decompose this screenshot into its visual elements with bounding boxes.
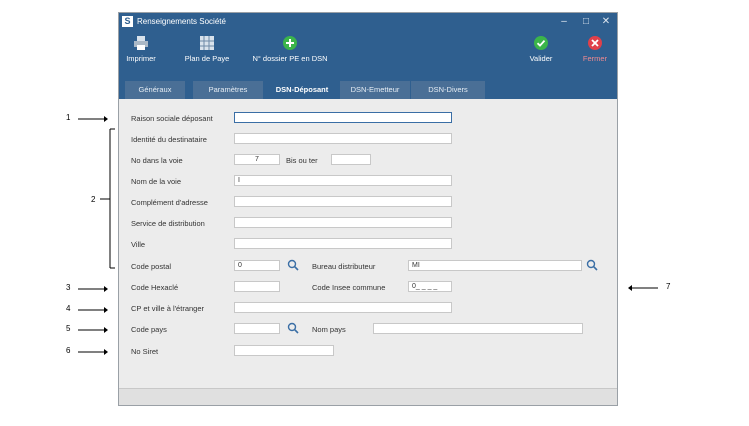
plan-label: Plan de Paye <box>184 54 230 63</box>
identite-input[interactable] <box>234 133 452 144</box>
callout-1: 1 <box>66 113 71 122</box>
arrow-icon <box>78 327 108 333</box>
title-bar: S Renseignements Société – □ ✕ <box>119 13 617 31</box>
validate-button[interactable]: Valider <box>523 35 559 63</box>
maximize-button[interactable]: □ <box>575 13 597 31</box>
arrow-icon <box>78 349 108 355</box>
tab-generaux[interactable]: Généraux <box>125 81 186 99</box>
callout-7: 7 <box>666 282 671 291</box>
bis-ter-label: Bis ou ter <box>286 156 318 165</box>
close-label: Fermer <box>582 54 608 63</box>
print-label: Imprimer <box>126 54 156 63</box>
service-input[interactable] <box>234 217 452 228</box>
bureau-input[interactable]: MI <box>408 260 582 271</box>
code-postal-label: Code postal <box>131 262 172 271</box>
raison-sociale-input[interactable] <box>234 112 452 123</box>
close-button[interactable]: Fermer <box>577 35 613 63</box>
code-postal-input[interactable]: 0 <box>234 260 280 271</box>
plus-circle-icon <box>283 36 297 50</box>
grid-icon <box>200 36 214 50</box>
close-window-button[interactable]: ✕ <box>595 13 617 31</box>
cp-etranger-label: CP et ville à l'étranger <box>131 304 204 313</box>
complement-label: Complément d'adresse <box>131 198 208 207</box>
tab-parametres[interactable]: Paramètres <box>193 81 264 99</box>
status-bar <box>119 388 617 405</box>
callout-4: 4 <box>66 304 71 313</box>
plan-button[interactable]: Plan de Paye <box>181 35 233 63</box>
arrow-icon <box>78 286 108 292</box>
window-title: Renseignements Société <box>137 17 226 26</box>
callout-5: 5 <box>66 324 71 333</box>
ville-input[interactable] <box>234 238 452 249</box>
tab-dsn-deposant[interactable]: DSN-Déposant <box>265 81 340 99</box>
code-hexacle-label: Code Hexaclé <box>131 283 179 292</box>
service-label: Service de distribution <box>131 219 205 228</box>
tab-dsn-divers[interactable]: DSN-Divers <box>411 81 486 99</box>
no-voie-label: No dans la voie <box>131 156 183 165</box>
cp-etranger-input[interactable] <box>234 302 452 313</box>
tab-dsn-emetteur[interactable]: DSN-Emetteur <box>340 81 411 99</box>
bis-ter-input[interactable] <box>331 154 371 165</box>
raison-sociale-label: Raison sociale déposant <box>131 114 213 123</box>
check-circle-icon <box>534 36 548 50</box>
code-insee-label: Code Insee commune <box>312 283 386 292</box>
bracket-icon <box>100 128 115 269</box>
app-icon: S <box>122 16 133 27</box>
arrow-icon <box>78 307 108 313</box>
complement-input[interactable] <box>234 196 452 207</box>
close-circle-icon <box>588 36 602 50</box>
siret-input[interactable] <box>234 345 334 356</box>
validate-label: Valider <box>529 54 553 63</box>
pe-dossier-label: N° dossier PE en DSN <box>252 54 328 63</box>
code-hexacle-input[interactable] <box>234 281 280 292</box>
minimize-button[interactable]: – <box>553 13 575 31</box>
search-icon[interactable] <box>287 322 299 334</box>
bureau-label: Bureau distributeur <box>312 262 376 271</box>
arrow-icon <box>78 116 108 122</box>
code-insee-input[interactable]: 0_ _ _ _ <box>408 281 452 292</box>
callout-2: 2 <box>91 195 96 204</box>
toolbar: Imprimer Plan de Paye N° dossier PE en D… <box>119 31 617 73</box>
code-pays-label: Code pays <box>131 325 167 334</box>
print-button[interactable]: Imprimer <box>123 35 159 63</box>
arrow-icon <box>628 285 658 291</box>
search-icon[interactable] <box>287 259 299 271</box>
callout-3: 3 <box>66 283 71 292</box>
identite-label: Identité du destinataire <box>131 135 207 144</box>
nom-pays-label: Nom pays <box>312 325 346 334</box>
no-voie-input[interactable]: 7 <box>234 154 280 165</box>
pe-dossier-button[interactable]: N° dossier PE en DSN <box>247 35 333 63</box>
tab-bar: Généraux Paramètres DSN-Déposant DSN-Eme… <box>119 73 617 99</box>
search-icon[interactable] <box>586 259 598 271</box>
ville-label: Ville <box>131 240 146 249</box>
code-pays-input[interactable] <box>234 323 280 334</box>
siret-label: No Siret <box>131 347 159 356</box>
company-info-window: S Renseignements Société – □ ✕ Imprimer … <box>118 12 618 406</box>
nom-voie-label: Nom de la voie <box>131 177 182 186</box>
dsn-deposant-form: Raison sociale déposant Identité du dest… <box>119 99 617 391</box>
nom-pays-input[interactable] <box>373 323 583 334</box>
nom-voie-input[interactable]: I <box>234 175 452 186</box>
callout-6: 6 <box>66 346 71 355</box>
printer-icon <box>134 36 148 50</box>
